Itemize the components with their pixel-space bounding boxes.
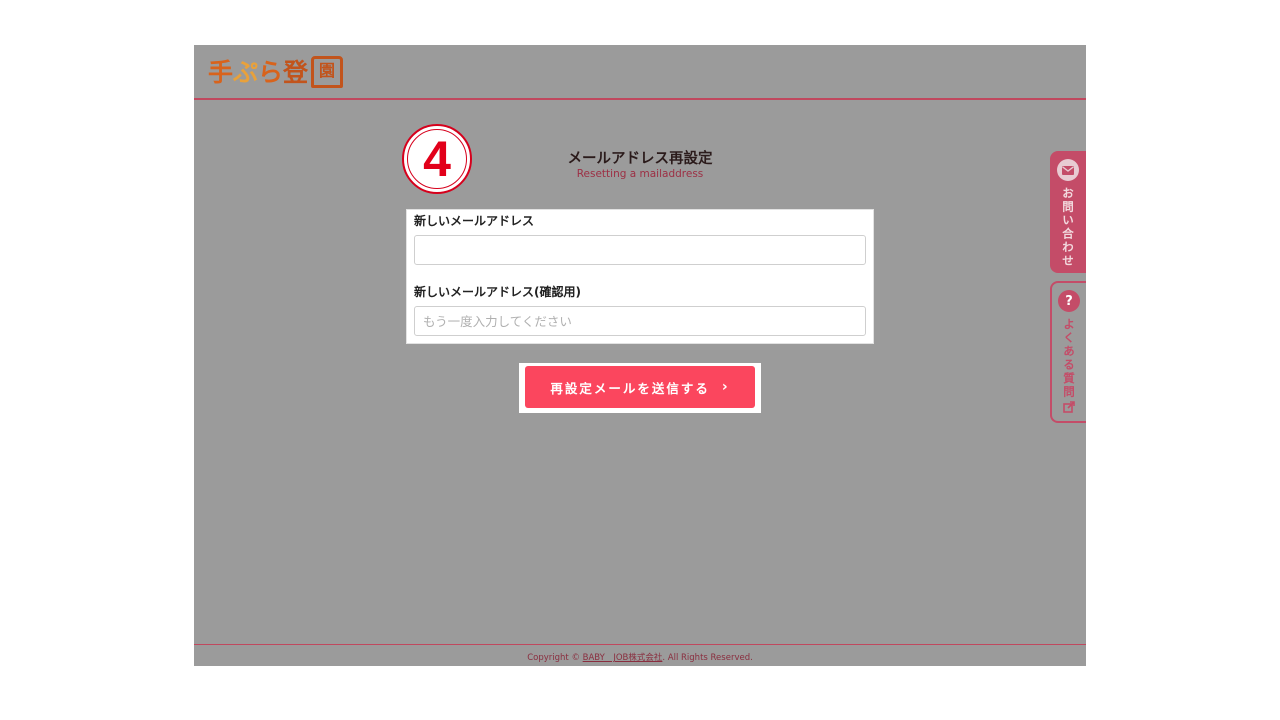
logo-char-2: ぷ xyxy=(233,58,259,87)
company-link[interactable]: BABY JOB株式会社 xyxy=(583,653,663,663)
contact-tab-label: お問い合わせ xyxy=(1061,187,1075,268)
copyright-prefix: Copyright © xyxy=(527,653,583,663)
new-email-input[interactable] xyxy=(414,235,866,265)
external-link-icon xyxy=(1063,401,1075,416)
contact-side-tab[interactable]: お問い合わせ xyxy=(1050,151,1086,273)
submit-button-frame: 再設定メールを送信する › xyxy=(519,363,761,413)
page-title: メールアドレス再設定 xyxy=(567,151,713,167)
logo-house-icon: 園 xyxy=(311,56,344,88)
page-subtitle: Resetting a mailaddress xyxy=(576,168,704,180)
step-number-badge: 4 xyxy=(402,124,472,194)
send-reset-email-label: 再設定メールを送信する xyxy=(550,380,710,396)
step-number: 4 xyxy=(407,129,467,189)
site-header: 手 ぷ ら 登 園 xyxy=(194,45,1086,100)
copyright-suffix: . All Rights Reserved. xyxy=(662,653,753,663)
new-email-label: 新しいメールアドレス xyxy=(414,214,535,228)
confirm-email-input[interactable] xyxy=(414,306,866,336)
logo-char-3: ら xyxy=(258,58,284,87)
copyright-text: Copyright © BABY JOB株式会社. All Rights Res… xyxy=(194,651,1086,663)
logo-char-1: 手 xyxy=(208,58,234,87)
mail-icon xyxy=(1057,159,1079,181)
site-logo[interactable]: 手 ぷ ら 登 園 xyxy=(208,54,344,88)
faq-tab-label: よくある質問 xyxy=(1062,318,1076,399)
question-icon: ? xyxy=(1058,290,1080,312)
site-footer: Copyright © BABY JOB株式会社. All Rights Res… xyxy=(194,644,1086,666)
send-reset-email-button[interactable]: 再設定メールを送信する › xyxy=(525,366,755,408)
app-screen: 手 ぷ ら 登 園 4 メールアドレス再設定 Resetting a maila… xyxy=(194,45,1086,666)
logo-char-4: 登 xyxy=(283,58,309,87)
faq-side-tab[interactable]: ? よくある質問 xyxy=(1050,281,1086,423)
confirm-email-label: 新しいメールアドレス(確認用) xyxy=(414,285,581,299)
chevron-right-icon: › xyxy=(721,379,730,395)
email-reset-form: 新しいメールアドレス 新しいメールアドレス(確認用) xyxy=(406,209,874,344)
